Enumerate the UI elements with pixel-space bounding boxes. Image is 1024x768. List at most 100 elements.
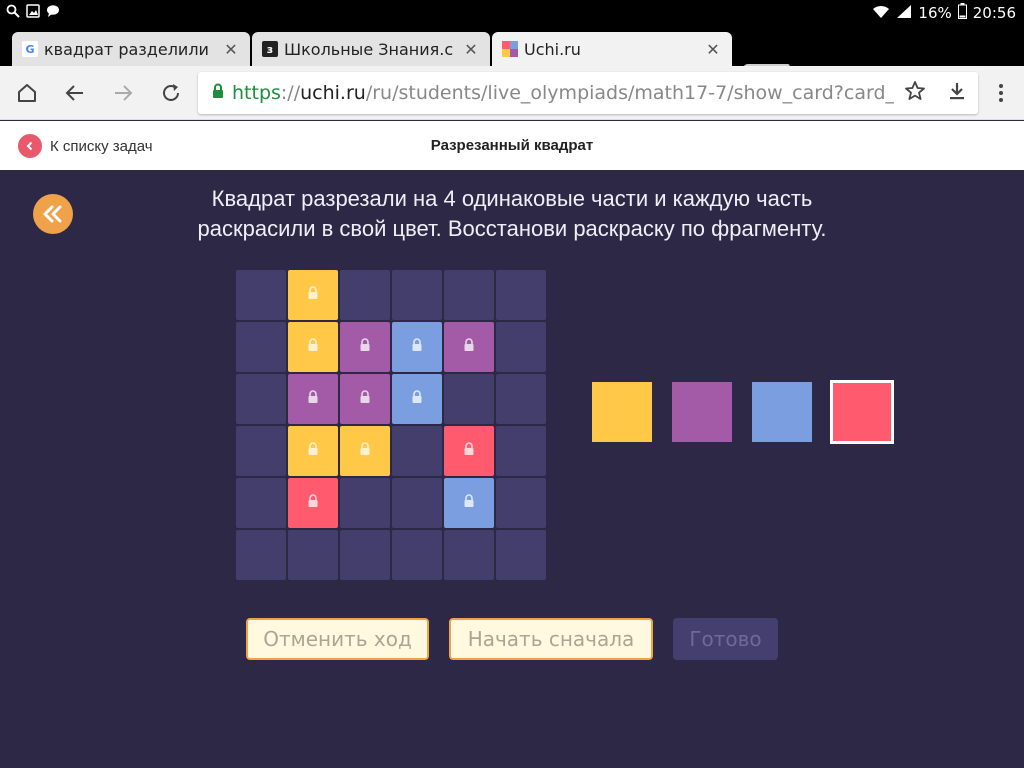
grid-cell-locked-yellow <box>340 426 390 476</box>
status-icons-right: 16% 20:56 <box>872 3 1016 23</box>
grid-cell-empty[interactable] <box>496 530 546 580</box>
reload-icon <box>163 84 179 101</box>
grid-cell-locked-blue <box>392 374 442 424</box>
lock-icon <box>359 337 371 357</box>
tab-title: Школьные Знания.com <box>284 39 454 59</box>
page-title: Разрезанный квадрат <box>430 137 594 154</box>
grid-cell-empty[interactable] <box>496 374 546 424</box>
lock-icon <box>411 337 423 357</box>
grid-cell-empty[interactable] <box>236 426 286 476</box>
done-button: Готово <box>673 618 778 660</box>
grid-cell-empty[interactable] <box>236 374 286 424</box>
puzzle-grid <box>236 270 548 582</box>
lock-icon <box>359 389 371 409</box>
google-favicon-icon: G <box>22 41 38 57</box>
lock-icon <box>307 493 319 513</box>
close-tab-icon[interactable]: ✕ <box>222 40 240 59</box>
battery-percent: 16% <box>918 4 952 22</box>
grid-cell-empty[interactable] <box>236 530 286 580</box>
restart-button[interactable]: Начать сначала <box>449 618 653 660</box>
tab-title: квадрат разделили на <box>44 39 214 59</box>
grid-cell-empty[interactable] <box>392 478 442 528</box>
grid-cell-locked-purple <box>288 374 338 424</box>
forward-button[interactable] <box>108 78 138 108</box>
close-tab-icon[interactable]: ✕ <box>462 40 480 59</box>
grid-cell-empty[interactable] <box>392 270 442 320</box>
znanija-favicon-icon: з <box>262 41 278 57</box>
grid-cell-locked-blue <box>392 322 442 372</box>
message-status-icon <box>46 4 60 18</box>
color-swatch-yellow[interactable] <box>592 382 652 442</box>
arrow-right-icon <box>115 85 133 101</box>
grid-cell-locked-purple <box>340 374 390 424</box>
grid-cell-empty[interactable] <box>340 478 390 528</box>
uchi-favicon-icon <box>502 41 518 57</box>
lock-icon <box>212 83 224 104</box>
grid-cell-empty[interactable] <box>496 270 546 320</box>
url-text[interactable]: https://uchi.ru/ru/students/live_olympia… <box>232 82 928 104</box>
lock-icon <box>307 441 319 461</box>
task-line-1: Квадрат разрезали на 4 одинаковые части … <box>211 186 813 211</box>
gallery-status-icon <box>26 4 40 18</box>
grid-cell-locked-yellow <box>288 426 338 476</box>
tab-znanija[interactable]: з Школьные Знания.com ✕ <box>252 32 490 66</box>
color-swatch-blue[interactable] <box>752 382 812 442</box>
color-swatch-red[interactable] <box>830 380 894 444</box>
browser-toolbar: https://uchi.ru/ru/students/live_olympia… <box>0 66 1024 120</box>
tab-title: Uchi.ru <box>524 39 581 59</box>
grid-cell-locked-purple <box>444 322 494 372</box>
lock-icon <box>463 441 475 461</box>
back-button[interactable] <box>60 78 90 108</box>
lock-icon <box>307 389 319 409</box>
grid-cell-empty[interactable] <box>496 478 546 528</box>
grid-cell-locked-yellow <box>288 270 338 320</box>
status-icons-left <box>6 4 60 18</box>
close-tab-icon[interactable]: ✕ <box>704 40 722 59</box>
grid-cell-empty[interactable] <box>496 322 546 372</box>
grid-cell-locked-red <box>288 478 338 528</box>
wifi-icon <box>872 4 890 23</box>
clock: 20:56 <box>972 4 1016 22</box>
grid-cell-locked-blue <box>444 478 494 528</box>
grid-cell-locked-yellow <box>288 322 338 372</box>
grid-cell-empty[interactable] <box>340 270 390 320</box>
grid-cell-locked-purple <box>340 322 390 372</box>
lock-icon <box>463 337 475 357</box>
grid-cell-locked-red <box>444 426 494 476</box>
tab-uchi[interactable]: Uchi.ru ✕ <box>492 32 732 66</box>
grid-cell-empty[interactable] <box>236 270 286 320</box>
undo-button[interactable]: Отменить ход <box>246 618 429 660</box>
arrow-left-icon <box>65 85 83 101</box>
bookmark-star-icon[interactable] <box>904 80 926 107</box>
grid-cell-empty[interactable] <box>444 270 494 320</box>
grid-cell-empty[interactable] <box>236 322 286 372</box>
app-header: К списку задач Разрезанный квадрат <box>0 121 1024 170</box>
home-button[interactable] <box>12 78 42 108</box>
grid-cell-empty[interactable] <box>444 374 494 424</box>
task-description: Квадрат разрезали на 4 одинаковые части … <box>120 184 904 244</box>
grid-cell-empty[interactable] <box>496 426 546 476</box>
grid-cell-empty[interactable] <box>340 530 390 580</box>
lock-icon <box>307 285 319 305</box>
download-icon[interactable] <box>946 80 968 107</box>
grid-cell-empty[interactable] <box>288 530 338 580</box>
grid-cell-empty[interactable] <box>236 478 286 528</box>
lock-icon <box>411 389 423 409</box>
more-vertical-icon <box>999 84 1003 102</box>
home-icon <box>18 84 36 102</box>
grid-cell-empty[interactable] <box>392 426 442 476</box>
menu-button[interactable] <box>986 78 1016 108</box>
collapse-panel-button[interactable] <box>33 194 73 234</box>
battery-icon <box>957 3 967 23</box>
tab-google-search[interactable]: G квадрат разделили на ✕ <box>12 32 250 66</box>
grid-cell-empty[interactable] <box>392 530 442 580</box>
reload-button[interactable] <box>156 78 186 108</box>
double-chevron-left-icon <box>43 205 62 223</box>
lock-icon <box>307 337 319 357</box>
signal-icon <box>896 4 912 23</box>
tab-strip: G квадрат разделили на ✕ з Школьные Знан… <box>0 26 1024 84</box>
address-bar-actions <box>894 72 978 114</box>
color-swatch-purple[interactable] <box>672 382 732 442</box>
address-bar[interactable]: https://uchi.ru/ru/students/live_olympia… <box>198 72 978 114</box>
grid-cell-empty[interactable] <box>444 530 494 580</box>
